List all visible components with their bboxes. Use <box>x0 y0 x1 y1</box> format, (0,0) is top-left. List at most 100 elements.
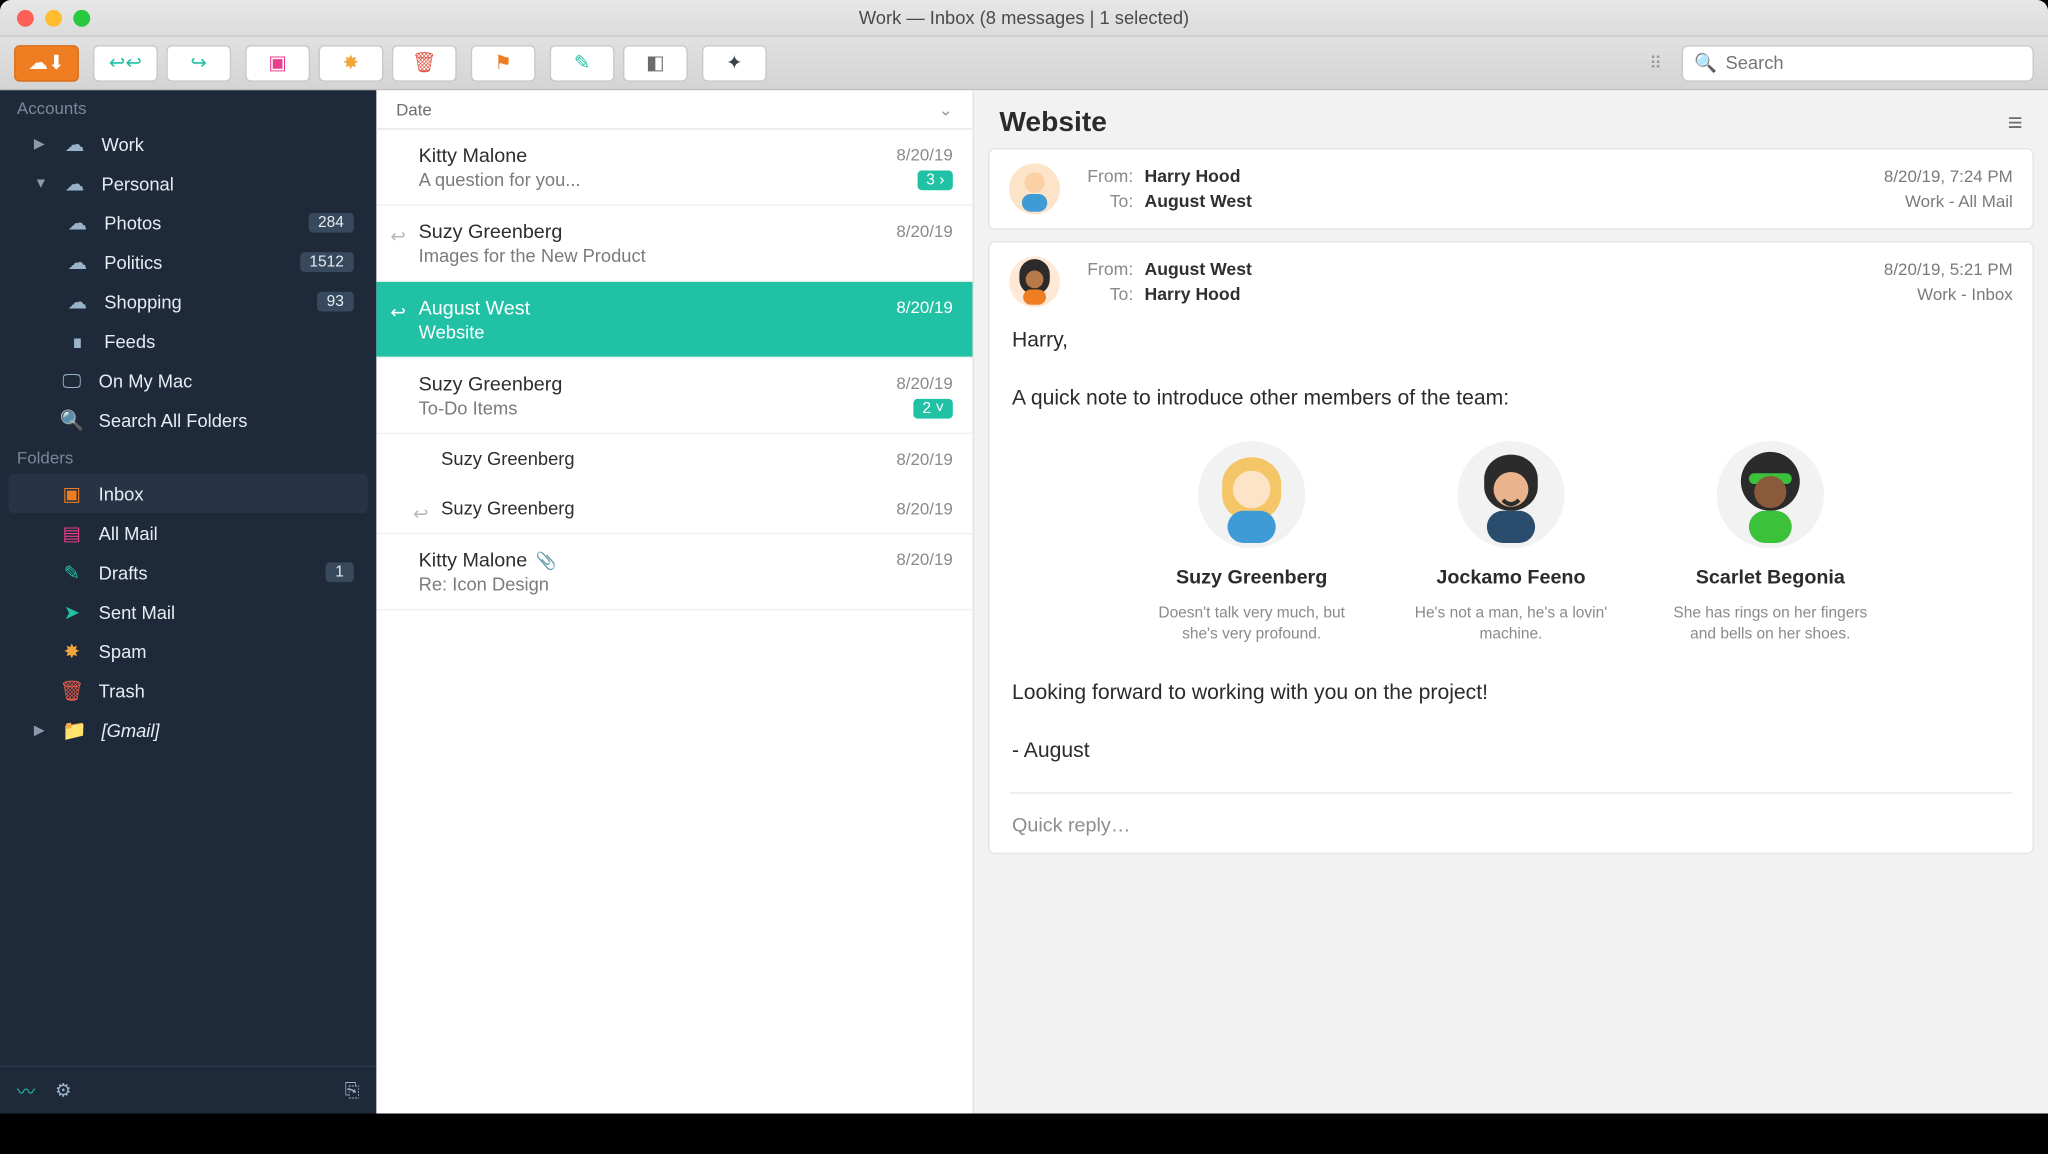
quick-reply-input[interactable]: Quick reply… <box>1009 808 2013 839</box>
thread-count-badge: 3 › <box>918 170 953 190</box>
message-subject: Images for the New Product <box>419 245 953 266</box>
sidebar-folder-spam[interactable]: ✸ Spam <box>8 631 367 670</box>
message-sender: Kitty Malone📎 <box>419 548 557 571</box>
window-titlebar: Work — Inbox (8 messages | 1 selected) <box>0 0 2048 37</box>
message-row[interactable]: Kitty Malone 8/20/19 A question for you.… <box>376 130 972 206</box>
forward-button[interactable]: ↪ <box>166 44 231 81</box>
to-value: Harry Hood <box>1145 282 1241 307</box>
sidebar-item-label: Drafts <box>99 562 312 583</box>
close-window-button[interactable] <box>17 9 34 26</box>
thread-folder: Work - Inbox <box>1884 282 2013 307</box>
search-options-icon[interactable]: ⠿ <box>1649 53 1661 73</box>
zoom-window-button[interactable] <box>73 9 90 26</box>
sidebar-item-label: Inbox <box>99 483 354 504</box>
sidebar-item-label: All Mail <box>99 522 354 543</box>
message-list-sort-header[interactable]: Date ⌄ <box>376 90 972 129</box>
sidebar-item-feeds[interactable]: ∎ Feeds <box>8 321 367 360</box>
cloud-icon: ☁︎ <box>65 211 90 235</box>
junk-button[interactable]: ✸ <box>319 44 384 81</box>
archive-button[interactable]: ▣ <box>245 44 310 81</box>
thread-card-collapsed[interactable]: From:Harry Hood To:August West 8/20/19, … <box>988 148 2034 230</box>
logout-icon[interactable]: ⎘ <box>345 1079 360 1102</box>
message-sender: Suzy Greenberg <box>441 498 574 519</box>
search-input[interactable] <box>1725 52 2021 73</box>
team-intro-block: Suzy Greenberg Doesn't talk very much, b… <box>1012 440 2010 645</box>
message-date: 8/20/19 <box>896 550 952 570</box>
sidebar-folder-all-mail[interactable]: ▤ All Mail <box>8 513 367 552</box>
thread-date: 8/20/19, 7:24 PM <box>1884 164 2013 189</box>
cloud-icon: ☁︎ <box>65 250 90 274</box>
message-sender: Kitty Malone <box>419 144 528 167</box>
settings-icon[interactable]: ⚙ <box>55 1079 71 1102</box>
sidebar-folder-sent[interactable]: ➤ Sent Mail <box>8 592 367 631</box>
compose-button[interactable]: ✎ <box>550 44 615 81</box>
delete-button[interactable]: 🗑 <box>392 44 457 81</box>
message-body: Harry, A quick note to introduce other m… <box>1009 307 2013 767</box>
sidebar-item-on-my-mac[interactable]: 🖵 On My Mac <box>8 361 367 400</box>
from-value: August West <box>1145 257 1252 282</box>
avatar <box>1009 164 1060 215</box>
body-closing: Looking forward to working with you on t… <box>1012 676 2010 709</box>
message-row[interactable]: Suzy Greenberg 8/20/19 To-Do Items 2 ˅ <box>376 358 972 434</box>
minimize-window-button[interactable] <box>45 9 62 26</box>
body-intro: A quick note to introduce other members … <box>1012 382 2010 415</box>
sidebar-folder-inbox[interactable]: ▣ Inbox <box>8 474 367 513</box>
message-date: 8/20/19 <box>896 498 952 518</box>
to-label: To: <box>1077 189 1133 214</box>
message-subject: Re: Icon Design <box>419 574 953 595</box>
from-value: Harry Hood <box>1145 164 1241 189</box>
avatar <box>1009 257 1060 308</box>
sidebar-item-search-all[interactable]: 🔍 Search All Folders <box>8 400 367 439</box>
team-member: Suzy Greenberg Doesn't talk very much, b… <box>1146 440 1357 645</box>
message-date: 8/20/19 <box>896 221 952 241</box>
thread-date: 8/20/19, 5:21 PM <box>1884 257 2013 282</box>
reader-subject: Website <box>999 107 1107 139</box>
sidebar-item-label: Sent Mail <box>99 601 354 622</box>
search-field-wrapper[interactable]: 🔍 <box>1682 44 2034 81</box>
sidebar-toggle-button[interactable]: ◧ <box>623 44 688 81</box>
message-sender: Suzy Greenberg <box>419 220 563 243</box>
flag-button[interactable]: ⚑ <box>471 44 536 81</box>
reply-all-button[interactable]: ↩↩ <box>93 44 158 81</box>
toolbar: ☁︎⬇ ↩↩ ↪ ▣ ✸ 🗑 ⚑ ✎ ◧ ✦ ⠿ 🔍 <box>0 37 2048 91</box>
sidebar-account-personal[interactable]: ▼ ☁︎ Personal <box>8 164 367 203</box>
member-desc: She has rings on her fingers and bells o… <box>1665 604 1876 646</box>
reply-icon: ↩ <box>413 503 428 526</box>
count-badge: 284 <box>308 213 354 233</box>
member-avatar <box>1717 440 1824 547</box>
message-subrow[interactable]: ↩ Suzy Greenberg 8/20/19 <box>376 483 972 534</box>
member-avatar <box>1457 440 1564 547</box>
activity-icon[interactable]: 〰 <box>17 1077 35 1104</box>
thread-count-badge: 2 ˅ <box>914 398 953 418</box>
message-row[interactable]: Kitty Malone📎 8/20/19 Re: Icon Design <box>376 534 972 610</box>
sidebar-item-photos[interactable]: ☁︎ Photos 284 <box>8 203 367 242</box>
dark-mode-button[interactable]: ✦ <box>702 44 767 81</box>
to-value: August West <box>1145 189 1252 214</box>
inbox-icon: ▣ <box>59 481 84 505</box>
member-name: Scarlet Begonia <box>1665 562 1876 593</box>
sidebar-item-label: Feeds <box>104 331 353 352</box>
sidebar-item-label: Spam <box>99 641 354 662</box>
sidebar-item-shopping[interactable]: ☁︎ Shopping 93 <box>8 282 367 321</box>
reply-icon: ↩ <box>390 302 405 325</box>
sidebar-item-label: [Gmail] <box>101 720 353 741</box>
body-greeting: Harry, <box>1012 324 2010 357</box>
member-desc: He's not a man, he's a lovin' machine. <box>1405 604 1616 646</box>
disclosure-down-icon: ▼ <box>34 175 48 191</box>
count-badge: 1 <box>325 562 353 582</box>
sidebar-folder-gmail[interactable]: ▶ 📁 [Gmail] <box>8 710 367 749</box>
rss-icon: ∎ <box>65 329 90 353</box>
message-row[interactable]: ↩ Suzy Greenberg 8/20/19 Images for the … <box>376 206 972 282</box>
reader-menu-icon[interactable]: ≡ <box>2008 109 2023 139</box>
team-member: Scarlet Begonia She has rings on her fin… <box>1665 440 1876 645</box>
message-subrow[interactable]: Suzy Greenberg 8/20/19 <box>376 434 972 483</box>
download-button[interactable]: ☁︎⬇ <box>14 44 79 81</box>
sidebar-folder-trash[interactable]: 🗑 Trash <box>8 671 367 710</box>
sidebar-account-work[interactable]: ▶ ☁︎ Work <box>8 124 367 163</box>
from-label: From: <box>1077 257 1133 282</box>
message-date: 8/20/19 <box>896 374 952 394</box>
divider <box>1009 793 2013 794</box>
message-row-selected[interactable]: ↩ August West 8/20/19 Website <box>376 282 972 358</box>
sidebar-folder-drafts[interactable]: ✎ Drafts 1 <box>8 553 367 592</box>
sidebar-item-politics[interactable]: ☁︎ Politics 1512 <box>8 242 367 281</box>
